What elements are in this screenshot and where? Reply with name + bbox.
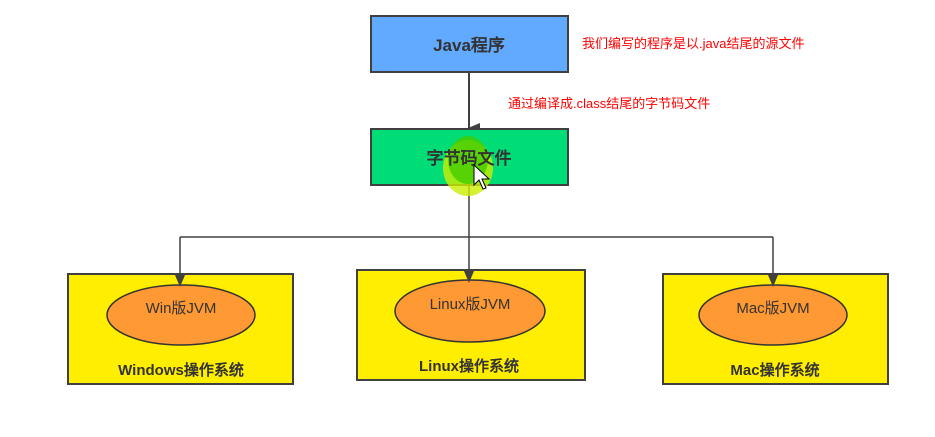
windows-os-label: Windows操作系统 [118, 361, 244, 379]
mac-os-label: Mac操作系统 [730, 361, 819, 379]
bytecode-file-label: 字节码文件 [427, 148, 512, 168]
windows-jvm-label: Win版JVM [146, 300, 217, 317]
linux-jvm-label: Linux版JVM [430, 296, 511, 313]
linux-os-label: Linux操作系统 [419, 357, 519, 375]
jvm-diagram: Java程序 我们编写的程序是以.java结尾的源文件 通过编译成.class结… [67, 15, 889, 385]
java-program-label: Java程序 [433, 35, 505, 55]
mac-jvm-label: Mac版JVM [736, 300, 809, 317]
source-annotation: 我们编写的程序是以.java结尾的源文件 [582, 36, 804, 51]
compile-annotation: 通过编译成.class结尾的字节码文件 [508, 96, 710, 111]
